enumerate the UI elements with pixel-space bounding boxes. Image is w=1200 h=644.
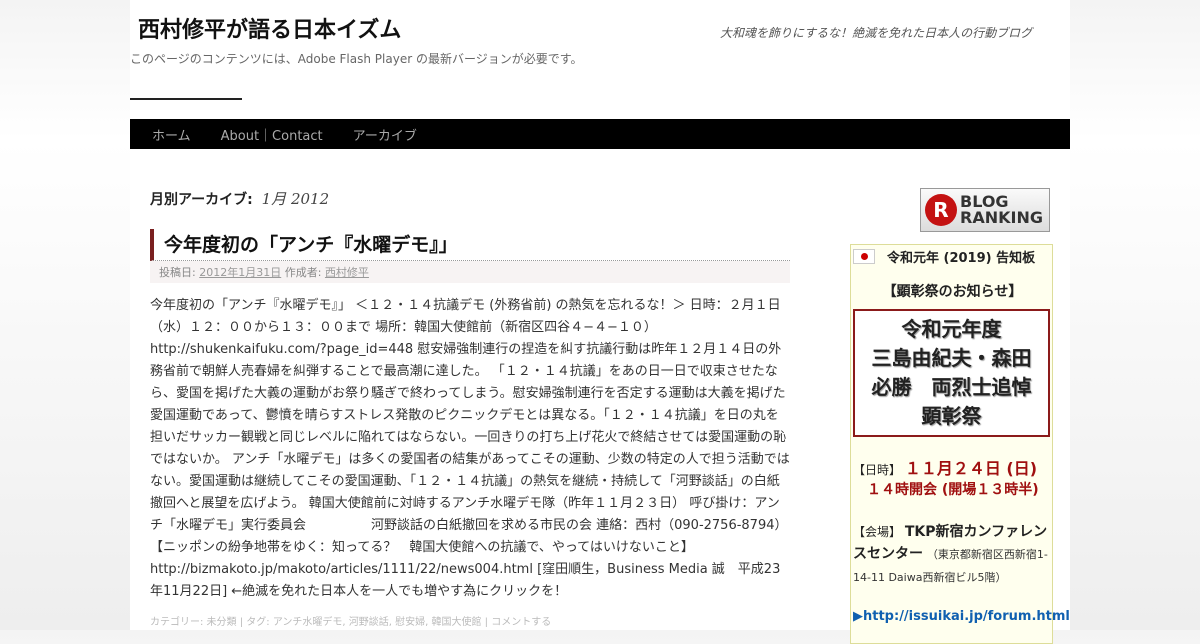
main-content: 月別アーカイブ: 1月 2012 今年度初の「アンチ『水曜デモ』」 投稿日: 2…: [150, 178, 790, 627]
post-meta: 投稿日: 2012年1月31日 作成者: 西村修平: [150, 261, 790, 283]
event-date: 【日時】 １１月２４日 (日): [853, 455, 1037, 479]
post-date-link[interactable]: 2012年1月31日: [199, 266, 281, 279]
event-title-box: 令和元年度 三島由紀夫・森田 必勝 両烈士追悼 顕彰祭: [853, 309, 1050, 437]
nav-home[interactable]: ホーム: [142, 125, 201, 144]
meta-posted-label: 投稿日:: [159, 266, 196, 279]
archive-label: 月別アーカイブ:: [150, 192, 253, 208]
event-venue: 【会場】 TKP新宿カンファレンスセンター （東京都新宿区西新宿1-14-11 …: [853, 521, 1051, 589]
nav-about-contact[interactable]: About｜Contact: [211, 125, 333, 144]
notice-subheading: 【顕彰祭のお知らせ】: [882, 284, 1023, 300]
post-body: 今年度初の「アンチ『水曜デモ』」 ＜１２・１４抗議デモ (外務省前) の熱気を忘…: [150, 298, 790, 599]
meta-author-label: 作成者:: [284, 266, 322, 279]
event-time: １４時開会 (開場１３時半): [867, 482, 1039, 498]
archive-title: 月別アーカイブ: 1月 2012: [150, 188, 790, 209]
sidebar: R BLOG RANKING 令和元年 (2019) 告知板 【顕彰祭のお知らせ…: [850, 188, 1070, 644]
blog-ranking-badge[interactable]: R BLOG RANKING: [920, 188, 1050, 232]
post-author-link[interactable]: 西村修平: [325, 266, 369, 279]
ranking-text-ranking: RANKING: [960, 208, 1043, 227]
notice-board: 令和元年 (2019) 告知板 【顕彰祭のお知らせ】 令和元年度 三島由紀夫・森…: [850, 244, 1070, 644]
link-triangle-icon: ▶: [853, 609, 863, 624]
nav-archive[interactable]: アーカイブ: [343, 125, 427, 144]
ranking-logo-icon: R: [925, 194, 957, 226]
date-value: １１月２４日 (日): [904, 459, 1038, 478]
event-title-line-1: 令和元年度: [901, 317, 1002, 341]
forum-link[interactable]: ▶http://issuikai.jp/forum.html: [853, 609, 1070, 624]
flash-divider: [130, 98, 242, 100]
post-categories[interactable]: カテゴリー: 未分類 | タグ: アンチ水曜デモ, 河野談話, 慰安婦, 韓国大…: [150, 613, 790, 627]
flash-player-note: このページのコンテンツには、Adobe Flash Player の最新バージョ…: [130, 52, 583, 66]
page-wrapper: 西村修平が語る日本イズム 大和魂を飾りにするな！絶滅を免れた日本人の行動ブログ …: [130, 0, 1070, 644]
event-title-line-4: 顕彰祭: [921, 404, 982, 428]
site-description: 大和魂を飾りにするな！絶滅を免れた日本人の行動ブログ: [720, 26, 1033, 40]
notice-heading: 令和元年 (2019) 告知板: [887, 251, 1036, 266]
ranking-badge-text: BLOG RANKING: [960, 194, 1043, 226]
main-nav: ホーム About｜Contact アーカイブ: [130, 119, 1070, 149]
event-title-line-3: 必勝 両烈士追悼: [871, 375, 1032, 399]
post-title[interactable]: 今年度初の「アンチ『水曜デモ』」: [150, 229, 790, 261]
date-label: 【日時】: [853, 463, 902, 477]
japan-flag-icon: [853, 249, 875, 264]
venue-label: 【会場】: [853, 525, 902, 539]
site-title[interactable]: 西村修平が語る日本イズム: [138, 12, 401, 44]
event-title-line-2: 三島由紀夫・森田: [871, 346, 1032, 370]
archive-month: 1月 2012: [261, 190, 330, 208]
forum-link-url[interactable]: http://issuikai.jp/forum.html: [863, 609, 1070, 624]
